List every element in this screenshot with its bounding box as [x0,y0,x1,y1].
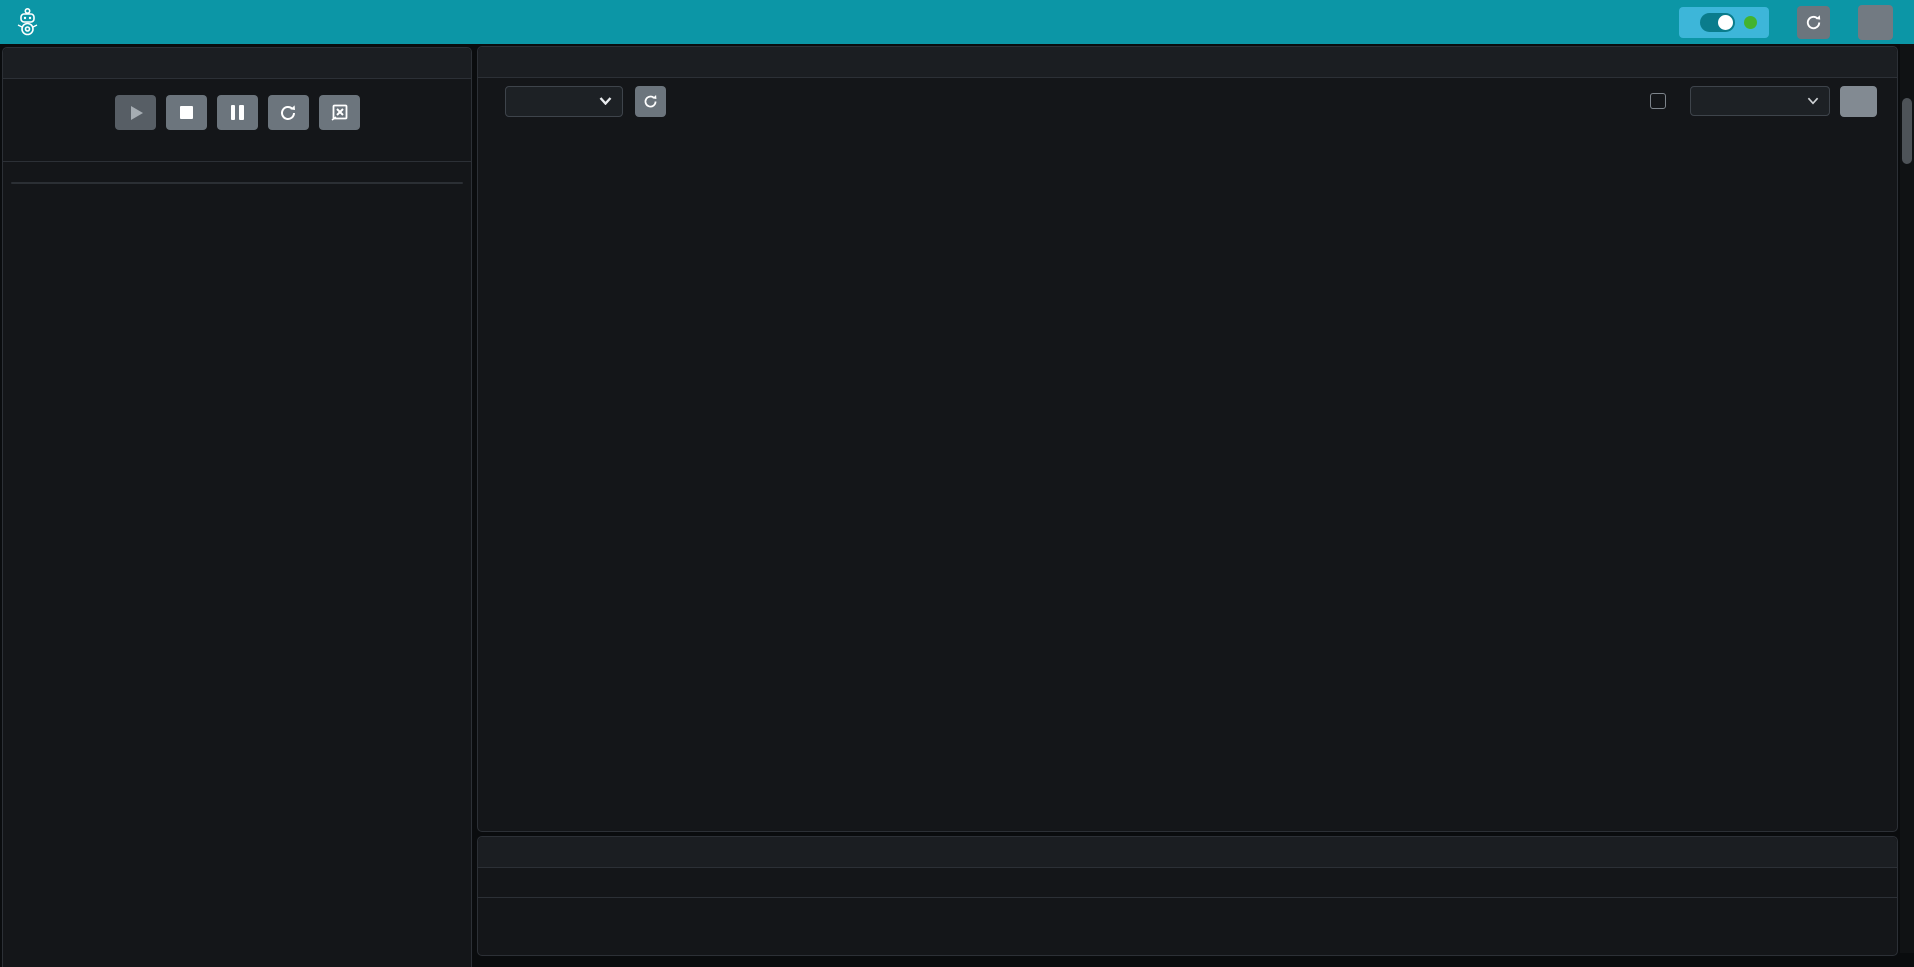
candlestick-chart[interactable] [478,148,1899,832]
chart-delete-icon [330,103,349,122]
reload-icon [279,104,297,122]
multi-pane-panel [2,47,472,967]
bot-selector[interactable] [1679,7,1769,38]
multi-pane-header[interactable] [3,48,471,79]
plot-settings-button[interactable] [1840,86,1877,117]
freqtrade-robot-logo [14,7,41,37]
navbar-right [1679,5,1900,40]
empty-trades-message [478,868,1897,897]
start-bot-button[interactable] [115,95,156,130]
bot-online-dot [1744,16,1757,29]
global-refresh-button[interactable] [1797,6,1830,39]
refresh-icon [1805,14,1822,31]
pair-list [11,182,463,184]
pair-select[interactable] [505,86,623,117]
chart-legend [478,124,1897,148]
reload-config-button[interactable] [268,95,309,130]
open-trades-header[interactable] [478,837,1897,868]
play-icon [131,106,143,120]
stop-icon [180,106,193,119]
toggle-knob [1718,15,1733,30]
chart-panel [477,46,1898,832]
avatar [1858,5,1893,40]
delete-chart-button[interactable] [319,95,360,130]
open-trades-panel [477,836,1898,956]
table-row [478,868,1897,897]
sidebar-tabs [3,147,471,162]
chevron-down-icon [599,97,612,105]
pause-bot-button[interactable] [217,95,258,130]
refresh-icon [643,94,658,109]
stop-bot-button[interactable] [166,95,207,130]
pause-icon [231,105,236,120]
page-scrollbar-track[interactable] [1900,44,1914,953]
chart-refresh-button[interactable] [635,86,666,117]
open-trades-table [478,868,1897,898]
plot-config-select[interactable] [1690,86,1830,116]
page-scrollbar-thumb[interactable] [1902,98,1912,164]
bot-controls [3,95,471,131]
chevron-down-icon [1807,97,1819,105]
chart-panel-header[interactable] [478,47,1897,78]
chart-toolbar [478,78,1897,124]
bot-toggle[interactable] [1700,13,1735,32]
brand[interactable] [14,7,51,37]
user-menu[interactable] [1858,5,1900,40]
navbar [0,0,1914,44]
heikin-ashi-checkbox[interactable] [1650,93,1666,109]
